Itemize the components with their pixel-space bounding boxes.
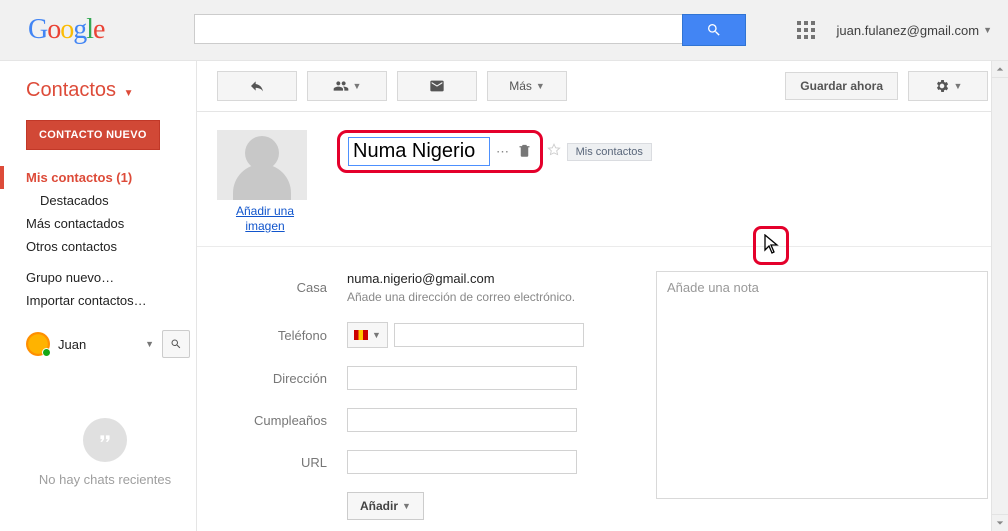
sidebar-item-my-contacts[interactable]: Mis contactos (1) xyxy=(0,166,196,189)
sidebar-item-other-contacts[interactable]: Otros contactos xyxy=(14,235,196,258)
delete-button[interactable] xyxy=(517,143,532,161)
email-value[interactable]: numa.nigerio@gmail.com xyxy=(347,271,575,286)
chevron-down-icon: ▼ xyxy=(402,501,411,511)
add-field-label: Añadir xyxy=(360,499,398,513)
contact-name-input[interactable] xyxy=(348,137,490,166)
google-logo[interactable]: Google xyxy=(28,14,104,46)
chat-search-button[interactable] xyxy=(162,330,190,358)
hangouts-empty-text: No hay chats recientes xyxy=(14,472,196,487)
birthday-input[interactable] xyxy=(347,408,577,432)
contact-avatar[interactable] xyxy=(217,130,307,200)
chat-profile[interactable]: Juan ▼ xyxy=(26,330,196,358)
chevron-down-icon: ▼ xyxy=(983,25,992,35)
settings-button[interactable]: ▼ xyxy=(908,71,988,101)
avatar xyxy=(26,332,50,356)
email-icon xyxy=(429,78,445,94)
chevron-down-icon: ▼ xyxy=(954,81,963,91)
flag-icon xyxy=(354,330,368,340)
profile-name: Juan xyxy=(58,337,137,352)
account-menu[interactable]: juan.fulanez@gmail.com▼ xyxy=(837,23,992,38)
cursor-highlight xyxy=(753,226,789,265)
phone-input[interactable] xyxy=(394,323,584,347)
reply-icon xyxy=(249,78,265,94)
toolbar: ▼ Más ▼ Guardar ahora ▼ xyxy=(197,61,1008,112)
add-field-button[interactable]: Añadir ▼ xyxy=(347,492,424,520)
name-details-button[interactable]: ⋯ xyxy=(496,144,511,160)
search-icon xyxy=(706,22,722,38)
apps-icon[interactable] xyxy=(797,21,815,39)
more-label: Más xyxy=(509,79,532,93)
people-icon xyxy=(333,78,349,94)
search-icon xyxy=(170,338,182,350)
scrollbar[interactable] xyxy=(991,61,1008,531)
sidebar-item-featured[interactable]: Destacados xyxy=(14,189,196,212)
email-button[interactable] xyxy=(397,71,477,101)
chevron-up-icon xyxy=(996,65,1004,73)
account-email: juan.fulanez@gmail.com xyxy=(837,23,980,38)
main-panel: ▼ Más ▼ Guardar ahora ▼ Añadir una imagen… xyxy=(196,61,1008,531)
sidebar-item-import[interactable]: Importar contactos… xyxy=(14,289,196,312)
group-tag[interactable]: Mis contactos xyxy=(567,143,652,161)
chevron-down-icon: ▼ xyxy=(145,339,154,349)
new-contact-button[interactable]: CONTACTO NUEVO xyxy=(26,120,160,150)
sidebar-item-new-group[interactable]: Grupo nuevo… xyxy=(14,266,196,289)
phone-country-button[interactable]: ▼ xyxy=(347,322,388,348)
scroll-up-button[interactable] xyxy=(992,61,1008,78)
address-input[interactable] xyxy=(347,366,577,390)
notes-textarea[interactable]: Añade una nota xyxy=(656,271,988,499)
add-image-link[interactable]: Añadir una imagen xyxy=(217,204,313,234)
star-button[interactable] xyxy=(547,143,561,160)
save-button[interactable]: Guardar ahora xyxy=(785,72,898,100)
name-edit-highlight: ⋯ xyxy=(337,130,543,173)
scroll-down-button[interactable] xyxy=(992,514,1008,531)
top-bar: Google juan.fulanez@gmail.com▼ xyxy=(0,0,1008,61)
back-button[interactable] xyxy=(217,71,297,101)
group-button[interactable]: ▼ xyxy=(307,71,387,101)
email-label: Casa xyxy=(217,280,347,295)
birthday-label: Cumpleaños xyxy=(217,413,347,428)
hangouts-empty: No hay chats recientes xyxy=(14,418,196,487)
trash-icon xyxy=(517,143,532,158)
cursor-icon xyxy=(763,234,779,254)
app-title[interactable]: Contactos ▼ xyxy=(26,79,196,102)
gear-icon xyxy=(934,78,950,94)
chevron-down-icon: ▼ xyxy=(372,330,381,340)
url-input[interactable] xyxy=(347,450,577,474)
phone-label: Teléfono xyxy=(217,328,347,343)
sidebar: Contactos ▼ CONTACTO NUEVO Mis contactos… xyxy=(0,61,196,531)
url-label: URL xyxy=(217,455,347,470)
star-icon xyxy=(547,143,561,157)
more-button[interactable]: Más ▼ xyxy=(487,71,567,101)
chevron-down-icon xyxy=(996,519,1004,527)
chevron-down-icon: ▼ xyxy=(353,81,362,91)
chevron-down-icon: ▼ xyxy=(124,88,134,99)
hangouts-icon xyxy=(83,418,127,462)
search-input[interactable] xyxy=(194,14,682,44)
search-button[interactable] xyxy=(682,14,746,46)
sidebar-item-most-contacted[interactable]: Más contactados xyxy=(14,212,196,235)
chevron-down-icon: ▼ xyxy=(536,81,545,91)
address-label: Dirección xyxy=(217,371,347,386)
email-hint[interactable]: Añade una dirección de correo electrónic… xyxy=(347,290,575,304)
